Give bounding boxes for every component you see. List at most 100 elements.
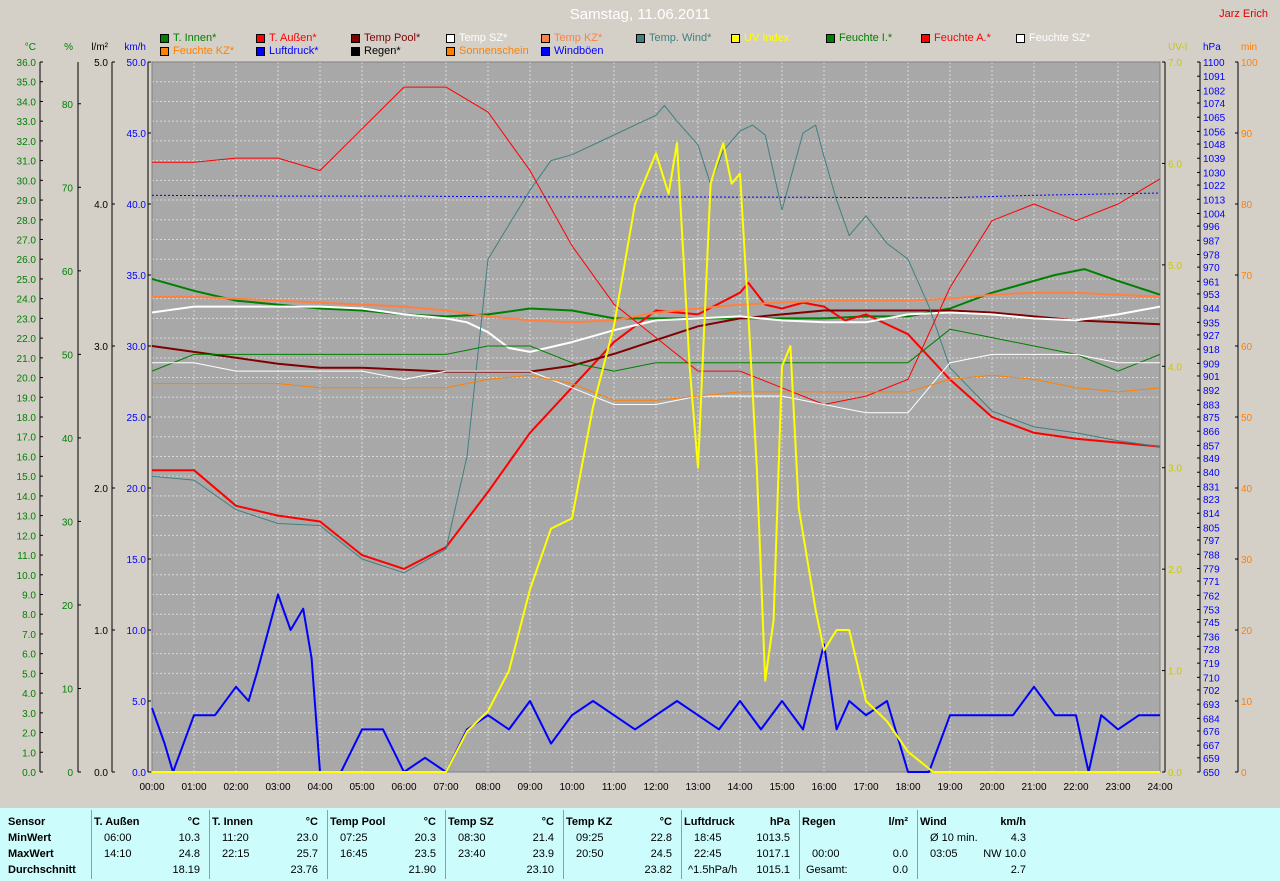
avg-value: 2.7 xyxy=(1010,864,1026,876)
column-header: T. Außen xyxy=(94,816,140,828)
min-time: 11:20 xyxy=(222,832,249,844)
legend-swatch xyxy=(351,33,360,43)
pressure-tick-label: 918 xyxy=(1203,345,1220,356)
temp-tick-label: 36.0 xyxy=(17,58,37,69)
pressure-tick-label: 1091 xyxy=(1203,72,1226,83)
humidity-tick-label: 50 xyxy=(62,350,74,361)
max-time: 00:00 xyxy=(812,848,840,860)
legend-swatch xyxy=(256,33,265,43)
x-tick-label: 24:00 xyxy=(1147,782,1172,793)
row-label: Durchschnitt xyxy=(8,864,76,876)
column-separator xyxy=(681,810,682,879)
stats-column: Wind km/h Ø 10 min. 4.3 03:05 NW 10.0 2.7 xyxy=(917,808,1032,881)
x-tick-label: 08:00 xyxy=(475,782,500,793)
pressure-tick-label: 1013 xyxy=(1203,195,1226,206)
humidity-tick-label: 80 xyxy=(62,100,74,111)
avg-label: ^1.5hPa/h xyxy=(688,864,738,876)
temp-tick-label: 10.0 xyxy=(17,571,37,582)
x-tick-label: 07:00 xyxy=(433,782,458,793)
x-tick-label: 01:00 xyxy=(181,782,206,793)
pressure-tick-label: 814 xyxy=(1203,509,1220,520)
legend-swatch xyxy=(636,33,645,43)
column-unit: °C xyxy=(187,816,200,828)
pressure-tick-label: 944 xyxy=(1203,304,1220,315)
sun-axis-unit: min xyxy=(1241,42,1257,53)
column-header: Luftdruck xyxy=(684,816,735,828)
pressure-tick-label: 1048 xyxy=(1203,140,1226,151)
legend-label: Windböen xyxy=(554,45,604,57)
humidity-tick-label: 40 xyxy=(62,434,74,445)
pressure-tick-label: 935 xyxy=(1203,318,1220,329)
x-tick-label: 21:00 xyxy=(1021,782,1046,793)
column-header: Temp SZ xyxy=(448,816,494,828)
pressure-tick-label: 771 xyxy=(1203,577,1220,588)
pressure-tick-label: 1074 xyxy=(1203,99,1226,110)
temp-tick-label: 17.0 xyxy=(17,433,37,444)
pressure-tick-label: 961 xyxy=(1203,277,1220,288)
pressure-tick-label: 710 xyxy=(1203,673,1220,684)
stats-column: Regen l/m² 00:00 0.0 Gesamt: 0.0 xyxy=(799,808,914,881)
temp-tick-label: 21.0 xyxy=(17,354,37,365)
pressure-tick-label: 1004 xyxy=(1203,209,1226,220)
statistics-table: Sensor MinWert MaxWert Durchschnitt T. Außen… xyxy=(0,808,1280,881)
temp-tick-label: 2.0 xyxy=(22,729,36,740)
legend-label: Feuchte KZ* xyxy=(173,45,235,57)
sun-tick-label: 50 xyxy=(1241,413,1253,424)
sun-tick-label: 10 xyxy=(1241,697,1253,708)
column-header: Wind xyxy=(920,816,947,828)
pressure-tick-label: 1039 xyxy=(1203,154,1226,165)
legend-label: Feuchte A.* xyxy=(934,32,991,44)
rain-axis-unit: l/m² xyxy=(91,42,108,53)
legend-label: Feuchte I.* xyxy=(839,32,893,44)
min-value: 10.3 xyxy=(178,832,200,844)
wind-tick-label: 0.0 xyxy=(132,768,146,779)
pressure-tick-label: 953 xyxy=(1203,290,1220,301)
temp-tick-label: 31.0 xyxy=(17,157,37,168)
uv-tick-label: 7.0 xyxy=(1168,58,1182,69)
column-header: Regen xyxy=(802,816,836,828)
pressure-tick-label: 1082 xyxy=(1203,86,1226,97)
chart-title: Samstag, 11.06.2011 xyxy=(569,6,711,23)
x-tick-label: 14:00 xyxy=(727,782,752,793)
sun-tick-label: 30 xyxy=(1241,555,1253,566)
legend-label: Temp Pool* xyxy=(364,32,421,44)
legend-entry: T. Innen* xyxy=(160,32,216,44)
x-tick-label: 05:00 xyxy=(349,782,374,793)
min-value: 1013.5 xyxy=(756,832,790,844)
temp-tick-label: 34.0 xyxy=(17,97,37,108)
pressure-tick-label: 659 xyxy=(1203,754,1220,765)
pressure-tick-label: 667 xyxy=(1203,741,1220,752)
sun-tick-label: 20 xyxy=(1241,626,1253,637)
x-tick-label: 13:00 xyxy=(685,782,710,793)
legend-entry: Temp SZ* xyxy=(446,32,507,44)
temp-tick-label: 15.0 xyxy=(17,472,37,483)
sun-tick-label: 0 xyxy=(1241,768,1247,779)
max-time: 14:10 xyxy=(104,848,132,860)
pressure-tick-label: 1065 xyxy=(1203,113,1226,124)
x-tick-label: 09:00 xyxy=(517,782,542,793)
legend-entry: T. Außen* xyxy=(256,32,317,44)
sun-tick-label: 80 xyxy=(1241,200,1253,211)
row-label: Sensor xyxy=(8,816,46,828)
temp-tick-label: 13.0 xyxy=(17,512,37,523)
legend-swatch xyxy=(446,46,455,56)
humidity-tick-label: 0 xyxy=(67,768,73,779)
stats-column: Temp SZ °C 08:30 21.4 23:40 23.9 23.10 xyxy=(445,808,560,881)
rain-tick-label: 2.0 xyxy=(94,484,108,495)
x-tick-label: 17:00 xyxy=(853,782,878,793)
column-unit: l/m² xyxy=(888,816,908,828)
min-time: 06:00 xyxy=(104,832,132,844)
author-label: Jarz Erich xyxy=(1219,8,1268,20)
legend-swatch xyxy=(731,33,740,43)
legend-entry: Windböen xyxy=(541,45,604,57)
legend-entry: UV Index xyxy=(731,32,789,44)
column-separator xyxy=(563,810,564,879)
temp-tick-label: 33.0 xyxy=(17,117,37,128)
pressure-tick-label: 970 xyxy=(1203,263,1220,274)
column-unit: °C xyxy=(423,816,436,828)
wind-tick-label: 40.0 xyxy=(127,200,147,211)
x-tick-label: 02:00 xyxy=(223,782,248,793)
row-label: MaxWert xyxy=(8,848,54,860)
temp-tick-label: 27.0 xyxy=(17,236,37,247)
wind-tick-label: 5.0 xyxy=(132,697,146,708)
